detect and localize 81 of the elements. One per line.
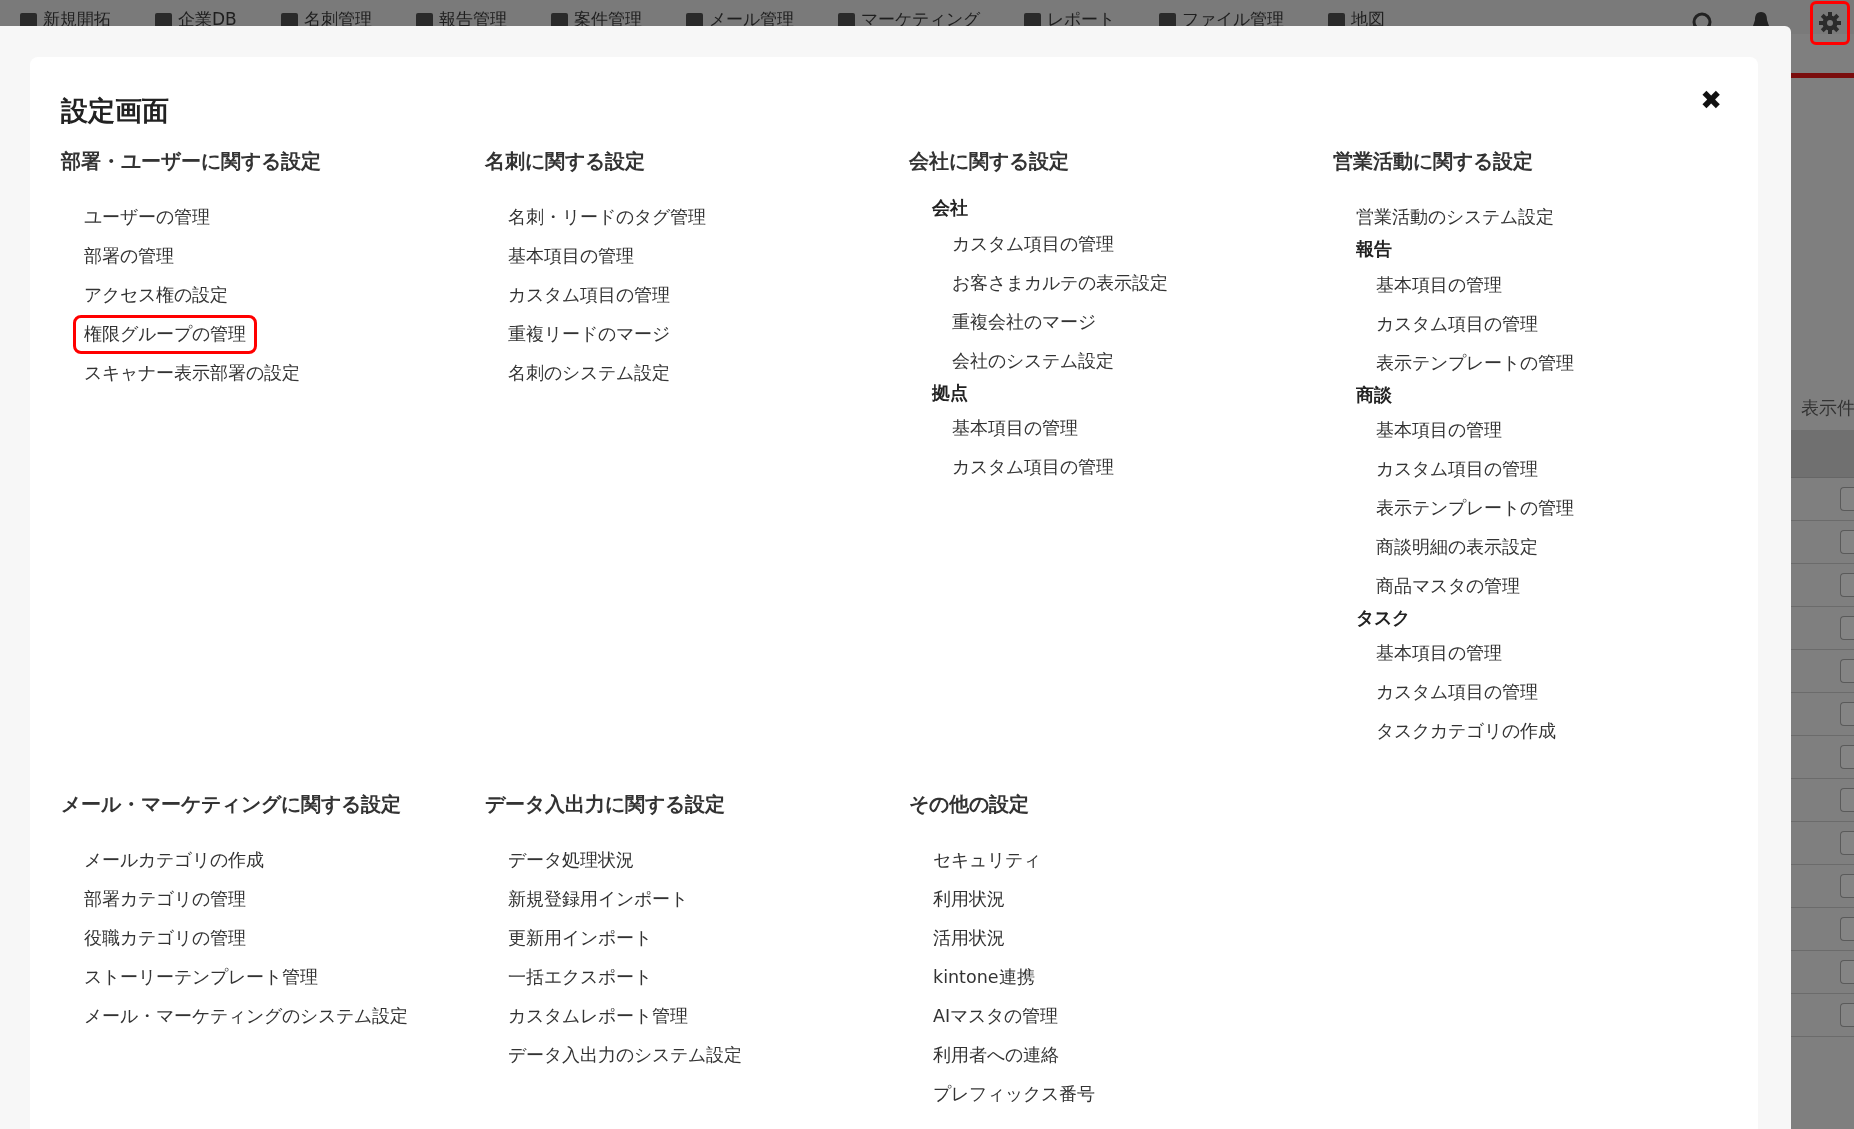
settings-link[interactable]: カスタム項目の管理: [497, 276, 681, 315]
settings-link[interactable]: カスタムレポート管理: [497, 997, 699, 1036]
settings-link[interactable]: 新規登録用インポート: [497, 880, 699, 919]
settings-link[interactable]: 基本項目の管理: [941, 408, 1089, 448]
settings-item[interactable]: 活用状況: [930, 922, 1008, 955]
settings-link[interactable]: 基本項目の管理: [1365, 265, 1513, 304]
settings-link[interactable]: 重複会社のマージ: [941, 302, 1107, 341]
section-heading: その他の設定: [909, 792, 1030, 817]
settings-link[interactable]: 表示テンプレートの管理: [1365, 488, 1585, 528]
settings-link[interactable]: スキャナー表示部署の設定: [73, 354, 311, 393]
group-label: タスク: [1356, 606, 1411, 630]
settings-link[interactable]: 営業活動のシステム設定: [1345, 198, 1565, 237]
settings-link[interactable]: 部署カテゴリの管理: [73, 880, 257, 919]
settings-link[interactable]: 商談明細の表示設定: [1365, 527, 1549, 567]
group-label: 商談: [1356, 383, 1393, 407]
row-button[interactable]: [1840, 831, 1854, 855]
settings-link[interactable]: ストーリーテンプレート管理: [73, 958, 329, 997]
settings-link[interactable]: お客さまカルテの表示設定: [941, 263, 1179, 302]
row-button[interactable]: [1840, 1003, 1854, 1027]
settings-link[interactable]: 役職カテゴリの管理: [73, 919, 257, 958]
menu-item[interactable]: 企業DB: [155, 1, 237, 33]
settings-link[interactable]: アクセス権の設定: [73, 276, 239, 315]
settings-link[interactable]: メールカテゴリの作成: [73, 841, 275, 880]
settings-link[interactable]: 商品マスタの管理: [1365, 566, 1531, 606]
settings-link[interactable]: 基本項目の管理: [1365, 634, 1513, 673]
row-button[interactable]: [1840, 745, 1854, 769]
settings-link[interactable]: カスタム項目の管理: [1365, 449, 1549, 489]
settings-link[interactable]: 会社のシステム設定: [941, 341, 1125, 380]
menu-item[interactable]: 名刺管理: [280, 1, 372, 33]
settings-link[interactable]: タスクカテゴリの作成: [1365, 712, 1567, 751]
settings-link[interactable]: 更新用インポート: [497, 919, 663, 958]
row-button[interactable]: [1840, 702, 1854, 726]
settings-link[interactable]: 基本項目の管理: [1365, 410, 1513, 450]
section-heading: 名刺に関する設定: [485, 149, 646, 174]
table-header: [1791, 430, 1854, 478]
settings-link[interactable]: カスタム項目の管理: [941, 447, 1125, 487]
result-count-label: 表示件: [1801, 396, 1854, 420]
row-button[interactable]: [1840, 616, 1854, 640]
row-button[interactable]: [1840, 659, 1854, 683]
settings-item[interactable]: 利用者への連絡: [930, 1039, 1062, 1072]
settings-item[interactable]: 利用状況: [930, 883, 1008, 916]
settings-link[interactable]: メール・マーケティングのシステム設定: [73, 997, 419, 1036]
close-button[interactable]: ✖: [1700, 87, 1722, 113]
settings-link[interactable]: 名刺・リードのタグ管理: [497, 198, 717, 237]
menu-item[interactable]: 案件管理: [550, 1, 642, 33]
settings-link[interactable]: データ入出力のシステム設定: [497, 1036, 753, 1075]
section-heading: 部署・ユーザーに関する設定: [61, 149, 322, 174]
group-label: 会社: [932, 197, 969, 221]
row-button[interactable]: [1840, 917, 1854, 941]
menu-item[interactable]: 報告管理: [415, 1, 507, 33]
settings-link[interactable]: 表示テンプレートの管理: [1365, 343, 1585, 382]
settings-item[interactable]: AIマスタの管理: [930, 1000, 1062, 1033]
settings-link[interactable]: 重複リードのマージ: [497, 315, 681, 354]
settings-link[interactable]: カスタム項目の管理: [1365, 304, 1549, 343]
settings-item[interactable]: セキュリティ: [930, 844, 1044, 877]
row-button[interactable]: [1840, 874, 1854, 898]
section-heading: 営業活動に関する設定: [1333, 149, 1534, 174]
settings-link[interactable]: 権限グループの管理: [73, 315, 257, 354]
settings-link[interactable]: 部署の管理: [73, 237, 185, 276]
settings-item[interactable]: プレフィックス番号: [930, 1078, 1098, 1111]
section-heading: データ入出力に関する設定: [485, 792, 726, 817]
settings-item[interactable]: kintone連携: [930, 961, 1038, 994]
settings-link[interactable]: カスタム項目の管理: [1365, 673, 1549, 712]
group-label: 報告: [1356, 238, 1393, 262]
section-heading: 会社に関する設定: [909, 149, 1070, 174]
dialog-title: 設定画面: [61, 95, 169, 128]
row-button[interactable]: [1840, 788, 1854, 812]
row-button[interactable]: [1840, 530, 1854, 554]
row-button[interactable]: [1840, 573, 1854, 597]
settings-button[interactable]: [1810, 1, 1850, 45]
settings-link[interactable]: 一括エクスポート: [497, 958, 663, 997]
group-label: 拠点: [932, 381, 969, 405]
section-heading: メール・マーケティングに関する設定: [61, 792, 402, 817]
settings-link[interactable]: 基本項目の管理: [497, 237, 645, 276]
settings-link[interactable]: 名刺のシステム設定: [497, 354, 681, 393]
settings-link[interactable]: カスタム項目の管理: [941, 224, 1125, 263]
row-button[interactable]: [1840, 487, 1854, 511]
settings-link[interactable]: データ処理状況: [497, 841, 645, 880]
row-button[interactable]: [1840, 960, 1854, 984]
menu-item[interactable]: メール管理: [685, 1, 794, 33]
settings-link[interactable]: ユーザーの管理: [73, 198, 221, 237]
